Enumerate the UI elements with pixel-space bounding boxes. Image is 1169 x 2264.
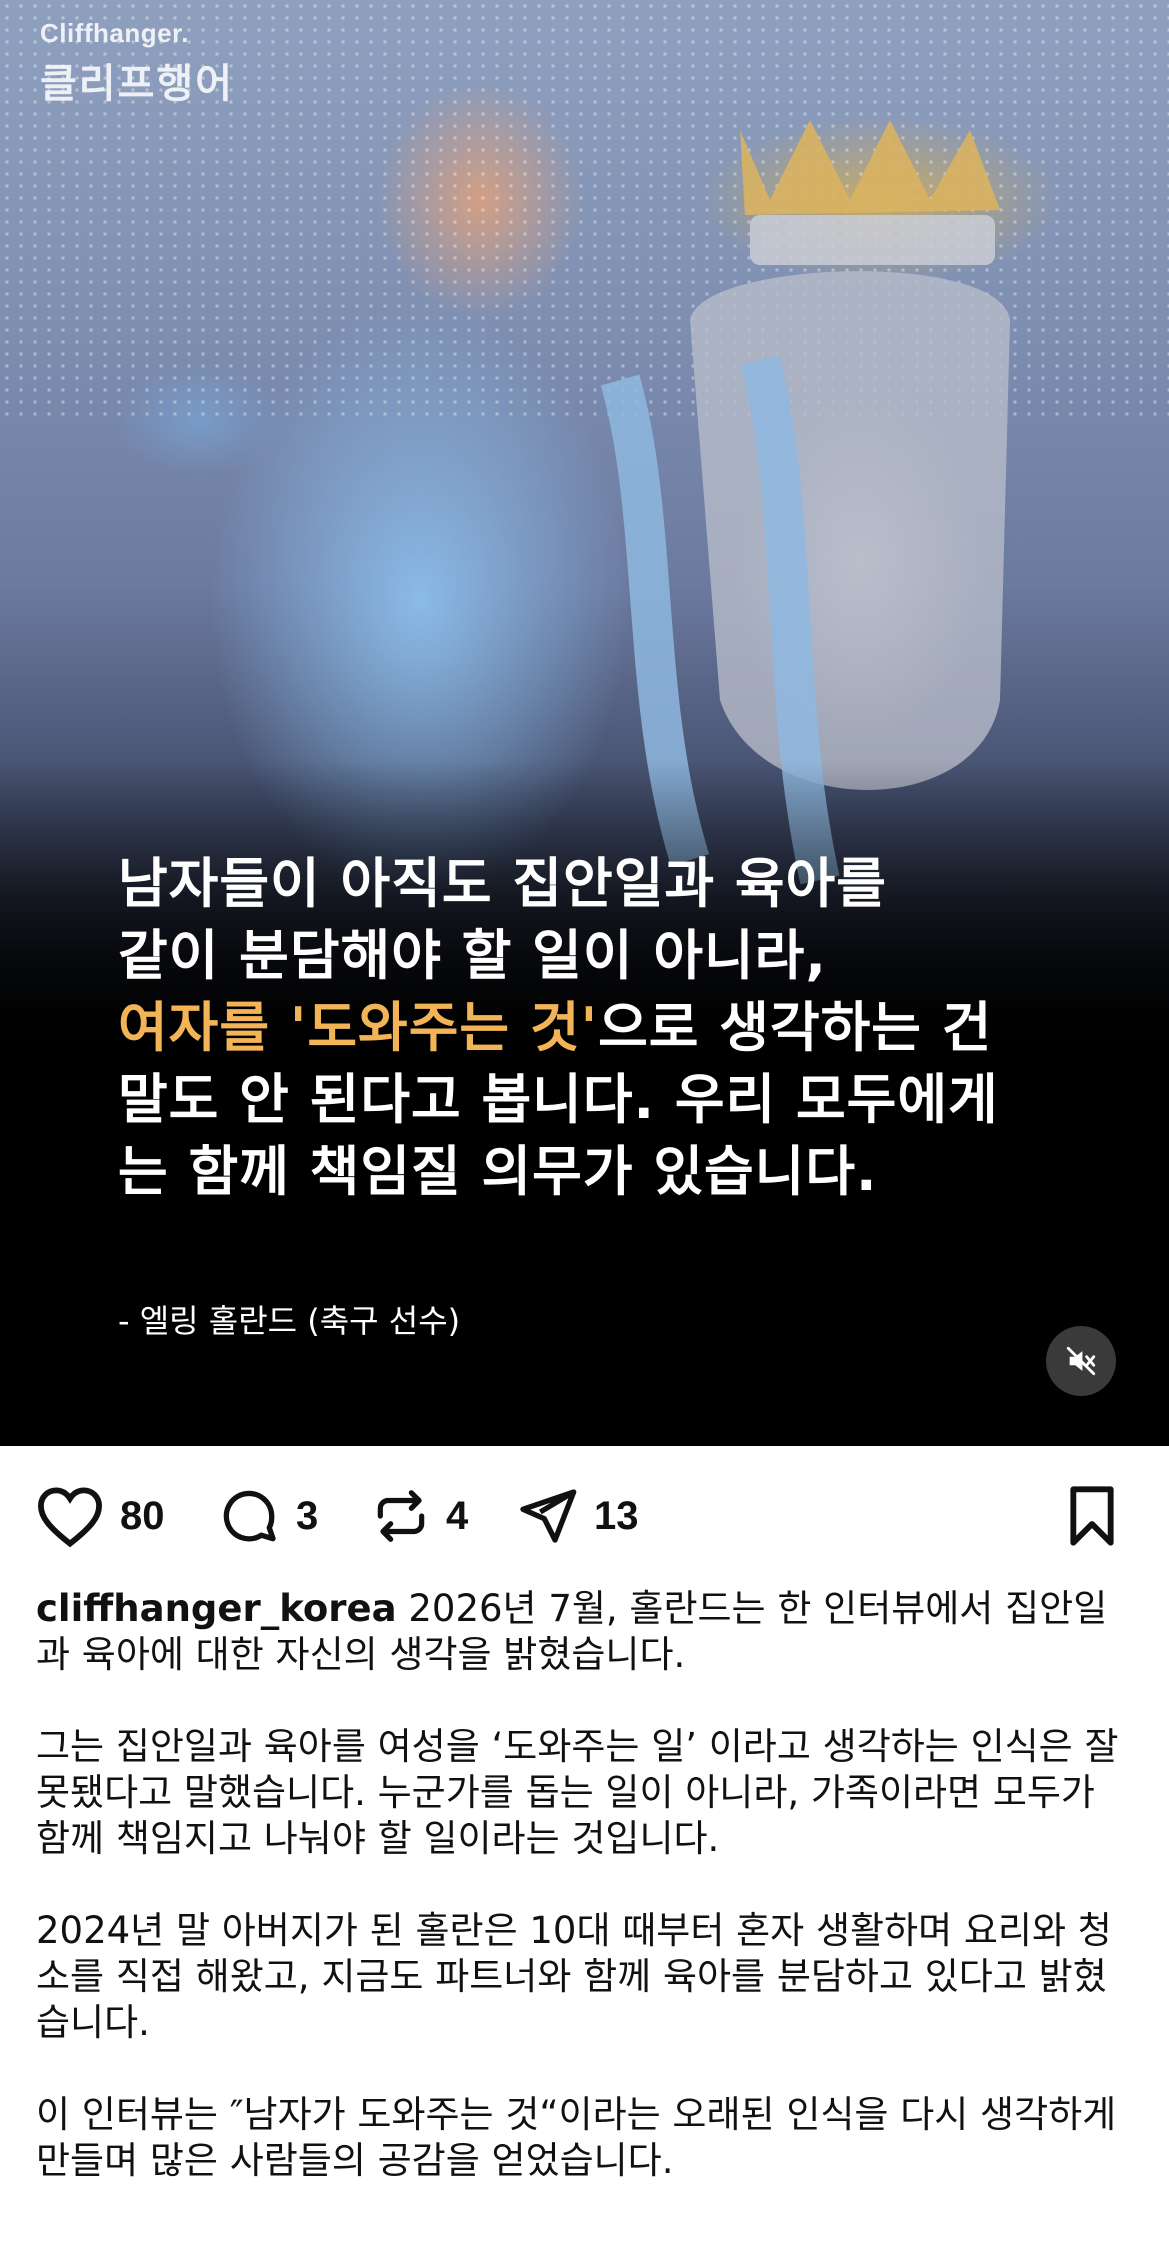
share-count: 13 bbox=[594, 1493, 639, 1538]
send-icon bbox=[520, 1489, 577, 1543]
post-image[interactable]: Cliffhanger. 클리프행어 남자들이 아직도 집안일과 육아를 같이 … bbox=[0, 0, 1169, 1446]
quote-text: 남자들이 아직도 집안일과 육아를 같이 분담해야 할 일이 아니라, 여자를 … bbox=[118, 848, 1118, 1208]
speaker-muted-icon bbox=[1066, 1346, 1096, 1376]
quote-line: 남자들이 아직도 집안일과 육아를 bbox=[118, 852, 887, 915]
repost-count: 4 bbox=[446, 1493, 469, 1538]
quote-line: 여자를 '도와주는 것'으로 생각하는 건 bbox=[118, 992, 1118, 1064]
bookmark-button[interactable] bbox=[1064, 1484, 1120, 1548]
username-link[interactable]: cliffhanger_korea bbox=[36, 1587, 397, 1630]
comment-button[interactable]: 3 bbox=[216, 1484, 318, 1548]
quote-line: 는 함께 책임질 의무가 있습니다. bbox=[118, 1140, 878, 1203]
caption-paragraph: 그는 집안일과 육아를 여성을 ‘도와주는 일’ 이라고 생각하는 인식은 잘못… bbox=[36, 1725, 1119, 1860]
like-button[interactable]: 80 bbox=[34, 1484, 165, 1548]
action-bar: 80 3 4 13 bbox=[0, 1446, 1169, 1586]
cliffhanger-logo: Cliffhanger. 클리프행어 bbox=[40, 18, 234, 109]
heart-icon bbox=[37, 1487, 103, 1548]
caption-paragraph: cliffhanger_korea 2026년 7월, 홀란드는 한 인터뷰에서… bbox=[36, 1586, 1136, 1678]
comment-count: 3 bbox=[296, 1493, 319, 1538]
caption-paragraph: 이 인터뷰는 ″남자가 도와주는 것“이라는 오래된 인식을 다시 생각하게 만… bbox=[36, 2093, 1117, 2182]
quote-line: 같이 분담해야 할 일이 아니라, bbox=[118, 924, 827, 987]
like-count: 80 bbox=[120, 1493, 165, 1538]
post-caption: cliffhanger_korea 2026년 7월, 홀란드는 한 인터뷰에서… bbox=[36, 1586, 1136, 2230]
logo-english: Cliffhanger. bbox=[40, 18, 190, 48]
comment-bubble-icon bbox=[223, 1490, 276, 1542]
quote-highlight: 여자를 '도와주는 것' bbox=[118, 996, 599, 1059]
mute-button[interactable] bbox=[1046, 1326, 1116, 1396]
quote-line-rest: 으로 생각하는 건 bbox=[598, 996, 993, 1059]
logo-korean: 클리프행어 bbox=[40, 61, 234, 107]
quote-attribution: - 엘링 홀란드 (축구 선수) bbox=[118, 1302, 461, 1340]
repost-icon bbox=[377, 1490, 425, 1542]
share-button[interactable]: 13 bbox=[514, 1484, 639, 1548]
bookmark-icon bbox=[1070, 1486, 1114, 1546]
quote-line: 말도 안 된다고 봅니다. 우리 모두에게 bbox=[118, 1068, 999, 1131]
repost-button[interactable]: 4 bbox=[370, 1484, 468, 1548]
caption-paragraph: 2024년 말 아버지가 된 홀란은 10대 때부터 혼자 생활하며 요리와 청… bbox=[36, 1909, 1112, 2044]
